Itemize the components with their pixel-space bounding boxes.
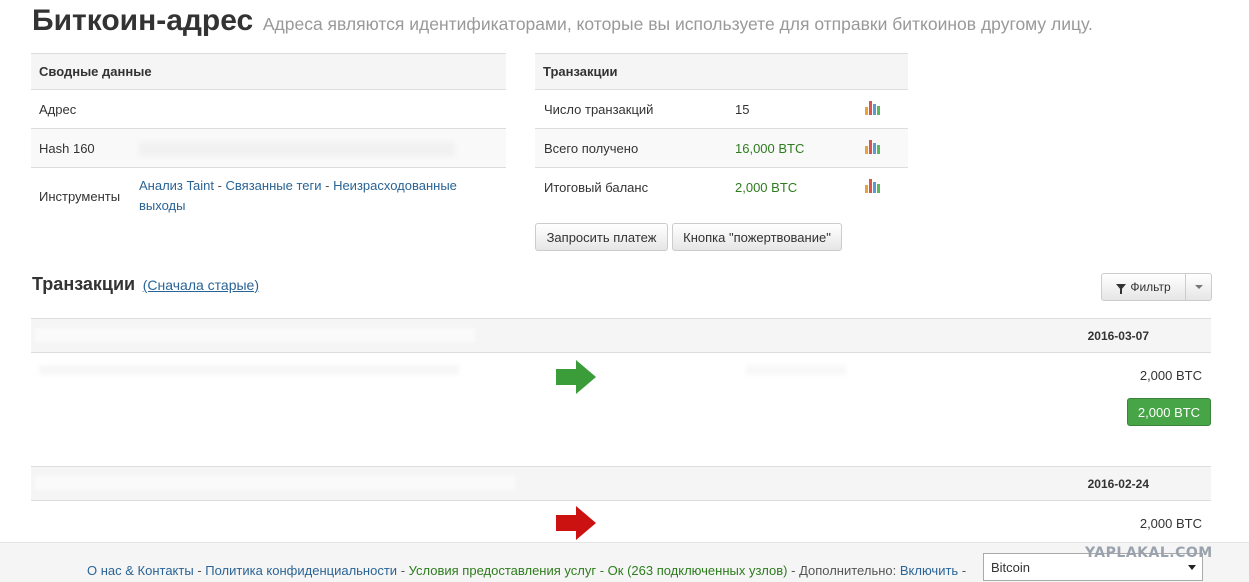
footer-links: О нас & Контакты - Политика конфиденциал… xyxy=(87,563,967,578)
total-received-label: Всего получено xyxy=(535,128,727,168)
transactions-summary-heading: Транзакции xyxy=(535,53,908,90)
address-value xyxy=(131,89,506,129)
tools-separator: - xyxy=(213,178,226,194)
transaction-amount: 2,000 BTC xyxy=(1139,368,1202,383)
watermark-logo: YAPLAKAL.COM xyxy=(1085,545,1213,561)
final-balance-chart-icon[interactable] xyxy=(857,167,908,207)
transaction-date: 2016-02-24 xyxy=(1087,477,1149,491)
transactions-section-title: Транзакции (Сначала старые) xyxy=(32,274,259,295)
summary-table: Сводные данные Адрес Hash 160 Инструмент… xyxy=(31,53,506,225)
enable-link[interactable]: Включить xyxy=(900,563,958,578)
hash160-label: Hash 160 xyxy=(31,128,131,168)
total-received-row: Всего получено 16,000 BTC xyxy=(535,128,908,168)
final-balance-value: 2,000 BTC xyxy=(727,167,857,207)
filter-label: Фильтр xyxy=(1130,280,1171,294)
page-title: Биткоин-адрес xyxy=(32,4,254,37)
tx-count-chart-icon[interactable] xyxy=(857,89,908,129)
donation-button[interactable]: Кнопка "пожертвование" xyxy=(672,223,842,251)
address-label: Адрес xyxy=(31,89,131,129)
address-row: Адрес xyxy=(31,89,506,129)
final-balance-row: Итоговый баланс 2,000 BTC xyxy=(535,167,908,207)
transactions-summary-table: Транзакции Число транзакций 15 Всего пол… xyxy=(535,53,908,207)
filter-icon xyxy=(1116,284,1127,294)
node-status-link[interactable]: Ок (263 подключенных узлов) xyxy=(608,563,788,578)
filter-button[interactable]: Фильтр xyxy=(1102,274,1186,300)
terms-of-service-link[interactable]: Условия предоставления услуг xyxy=(409,563,596,578)
total-received-chart-icon[interactable] xyxy=(857,128,908,168)
related-tags-link[interactable]: Связанные теги xyxy=(226,178,322,193)
transaction-body: 2,000 BTC 2,000 BTC xyxy=(31,353,1211,465)
transaction-total-button[interactable]: 2,000 BTC xyxy=(1127,398,1211,426)
tx-count-row: Число транзакций 15 xyxy=(535,89,908,129)
hash160-value xyxy=(131,128,506,168)
footer: О нас & Контакты - Политика конфиденциал… xyxy=(0,542,1249,582)
chevron-down-icon xyxy=(1194,285,1203,289)
tools-links: Анализ Taint - Связанные теги - Неизрасх… xyxy=(131,167,506,225)
final-balance-label: Итоговый баланс xyxy=(535,167,727,207)
transaction-body: 2,000 BTC xyxy=(31,501,1211,541)
privacy-policy-link[interactable]: Политика конфиденциальности xyxy=(205,563,397,578)
transaction-date: 2016-03-07 xyxy=(1087,329,1149,343)
hash160-row: Hash 160 xyxy=(31,128,506,168)
transactions-title: Транзакции xyxy=(32,274,136,294)
taint-analysis-link[interactable]: Анализ Taint xyxy=(139,178,214,193)
tx-count-label: Число транзакций xyxy=(535,89,727,129)
output-address-redacted xyxy=(746,365,846,375)
transaction-amount: 2,000 BTC xyxy=(1139,516,1202,531)
tools-separator: - xyxy=(321,178,334,194)
transaction-hash-redacted xyxy=(35,328,475,342)
transaction-header: 2016-03-07 xyxy=(31,318,1211,353)
hash160-redacted xyxy=(139,141,455,156)
chevron-down-icon xyxy=(1188,565,1196,570)
extra-label: Дополнительно: xyxy=(799,563,897,578)
currency-selected-value: Bitcoin xyxy=(991,559,1031,575)
transaction-hash-redacted xyxy=(35,476,515,490)
page-header: Биткоин-адрес Адреса являются идентифика… xyxy=(32,4,1093,38)
arrow-right-red-icon xyxy=(556,506,596,540)
about-contacts-link[interactable]: О нас & Контакты xyxy=(87,563,194,578)
total-received-value: 16,000 BTC xyxy=(727,128,857,168)
tools-label: Инструменты xyxy=(31,167,131,225)
input-address-redacted xyxy=(39,365,459,375)
summary-heading: Сводные данные xyxy=(31,53,506,90)
filter-dropdown-toggle[interactable] xyxy=(1186,274,1211,300)
tools-row: Инструменты Анализ Taint - Связанные тег… xyxy=(31,167,506,225)
sort-oldest-first-link[interactable]: (Сначала старые) xyxy=(143,277,259,293)
page-subtitle: Адреса являются идентификаторами, которы… xyxy=(262,14,1093,34)
request-payment-button[interactable]: Запросить платеж xyxy=(535,223,668,251)
tx-count-value: 15 xyxy=(727,89,857,129)
arrow-right-green-icon xyxy=(556,360,596,394)
transaction-header: 2016-02-24 xyxy=(31,466,1211,501)
filter-button-group: Фильтр xyxy=(1101,273,1212,301)
